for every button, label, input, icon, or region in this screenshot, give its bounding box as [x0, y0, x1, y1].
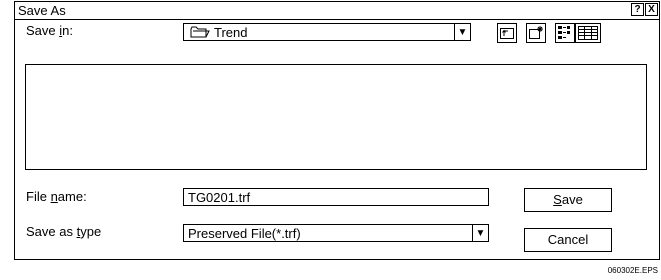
list-view-button[interactable]	[555, 23, 575, 43]
create-new-folder-icon	[529, 26, 543, 39]
details-view-button[interactable]	[575, 23, 601, 43]
title-bar: Save As ? X	[15, 2, 659, 20]
folder-icon	[190, 26, 210, 38]
details-view-icon	[578, 26, 598, 40]
chevron-down-icon[interactable]: ▼	[454, 24, 470, 40]
file-name-label: File name:	[26, 189, 87, 204]
file-name-value: TG0201.trf	[188, 190, 251, 205]
up-one-level-button[interactable]	[497, 23, 517, 43]
create-new-folder-button[interactable]	[526, 23, 546, 43]
chevron-down-icon[interactable]: ▼	[472, 225, 488, 241]
close-button[interactable]: X	[645, 3, 658, 16]
help-button[interactable]: ?	[631, 3, 644, 16]
file-name-input[interactable]: TG0201.trf	[183, 188, 489, 206]
save-in-dropdown[interactable]: Trend ▼	[183, 23, 471, 41]
cancel-button[interactable]: Cancel	[524, 228, 612, 252]
file-list[interactable]	[25, 64, 647, 170]
save-button[interactable]: Save	[524, 188, 612, 212]
save-as-type-label: Save as type	[26, 224, 102, 239]
up-one-level-icon	[500, 28, 514, 39]
dialog-title: Save As	[18, 3, 66, 18]
save-as-dialog: Save As ? X Save in: Trend ▼ File name: …	[14, 1, 660, 260]
save-as-type-dropdown[interactable]: Preserved File(*.trf) ▼	[183, 224, 489, 242]
list-view-icon	[558, 26, 570, 39]
save-in-value: Trend	[214, 25, 248, 40]
save-as-type-value: Preserved File(*.trf)	[188, 226, 301, 241]
save-in-label: Save in:	[26, 23, 73, 38]
figure-code: 060302E.EPS	[607, 266, 658, 275]
